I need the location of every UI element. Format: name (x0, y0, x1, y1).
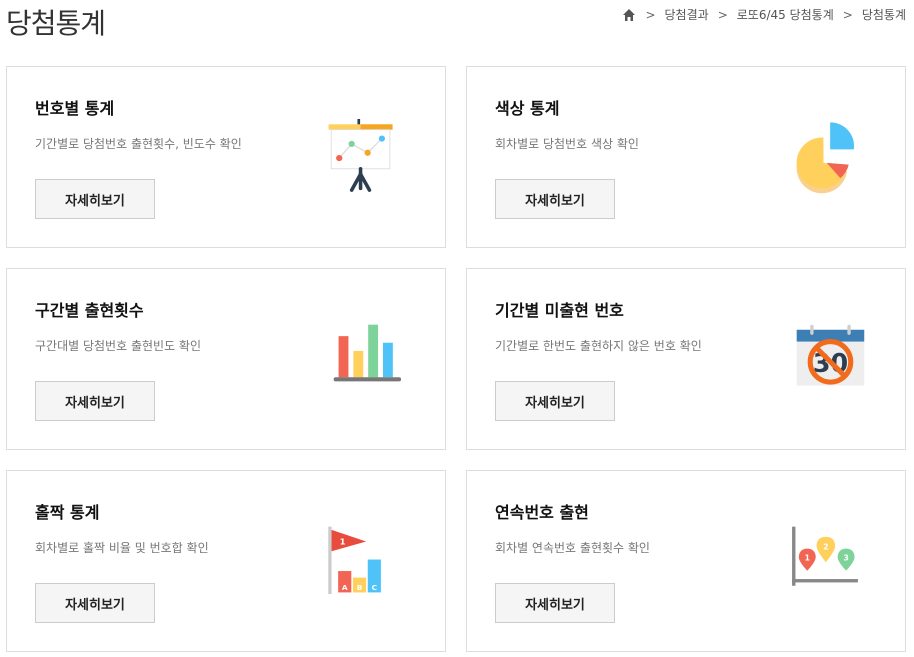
flag-number: 1 (340, 537, 346, 547)
pin-label-3: 3 (843, 553, 848, 562)
breadcrumb-item-lotto-stats[interactable]: 로또6/45 당첨통계 (737, 6, 834, 23)
card-description: 회차별로 당첨번호 색상 확인 (495, 137, 639, 151)
flag-abc-icon: 1 A B C (328, 526, 381, 595)
card-description: 기간별로 당첨번호 출현횟수, 빈도수 확인 (35, 137, 242, 151)
detail-button[interactable]: 자세히보기 (495, 179, 615, 219)
card-odd-even-stats: 홀짝 통계 회차별로 홀짝 비율 및 번호합 확인 자세히보기 1 A B C (6, 470, 446, 652)
chevron-right-icon: > (717, 7, 728, 22)
calendar-no-icon: 30 (796, 324, 865, 386)
chevron-right-icon: > (645, 7, 656, 22)
map-pins-chart-icon: 1 2 3 (792, 526, 858, 586)
card-title: 연속번호 출현 (495, 503, 589, 522)
block-label-c: C (372, 583, 377, 592)
detail-button[interactable]: 자세히보기 (35, 179, 155, 219)
card-description: 회차별 연속번호 출현횟수 확인 (495, 541, 650, 555)
pie-chart-icon (796, 122, 855, 194)
bar-chart-icon (333, 324, 402, 382)
detail-button[interactable]: 자세히보기 (495, 381, 615, 421)
block-label-a: A (342, 583, 348, 592)
detail-button[interactable]: 자세히보기 (35, 583, 155, 623)
page-title: 당첨통계 (6, 7, 106, 40)
card-title: 번호별 통계 (35, 99, 115, 118)
detail-button[interactable]: 자세히보기 (495, 583, 615, 623)
pin-label-1: 1 (805, 553, 810, 562)
breadcrumb-item-current[interactable]: 당첨통계 (862, 6, 906, 23)
chevron-right-icon: > (842, 7, 853, 22)
card-title: 색상 통계 (495, 99, 560, 118)
home-icon[interactable] (622, 8, 636, 22)
card-number-stats: 번호별 통계 기간별로 당첨번호 출현횟수, 빈도수 확인 자세히보기 (6, 66, 446, 248)
detail-button[interactable]: 자세히보기 (35, 381, 155, 421)
block-label-b: B (357, 583, 363, 592)
card-title: 홀짝 통계 (35, 503, 100, 522)
card-consecutive-numbers: 연속번호 출현 회차별 연속번호 출현횟수 확인 자세히보기 1 2 3 (466, 470, 906, 652)
card-unappeared-numbers: 기간별 미출현 번호 기간별로 한번도 출현하지 않은 번호 확인 자세히보기 … (466, 268, 906, 450)
card-title: 기간별 미출현 번호 (495, 301, 624, 320)
pin-label-2: 2 (823, 542, 828, 551)
card-description: 회차별로 홀짝 비율 및 번호합 확인 (35, 541, 209, 555)
card-title: 구간별 출현횟수 (35, 301, 144, 320)
breadcrumb: > 당첨결과 > 로또6/45 당첨통계 > 당첨통계 (622, 6, 906, 23)
card-color-stats: 색상 통계 회차별로 당첨번호 색상 확인 자세히보기 (466, 66, 906, 248)
card-description: 기간별로 한번도 출현하지 않은 번호 확인 (495, 339, 702, 353)
card-range-stats: 구간별 출현횟수 구간대별 당첨번호 출현빈도 확인 자세히보기 (6, 268, 446, 450)
presentation-chart-icon (328, 119, 393, 192)
breadcrumb-item-results[interactable]: 당첨결과 (665, 6, 709, 23)
card-description: 구간대별 당첨번호 출현빈도 확인 (35, 339, 202, 353)
